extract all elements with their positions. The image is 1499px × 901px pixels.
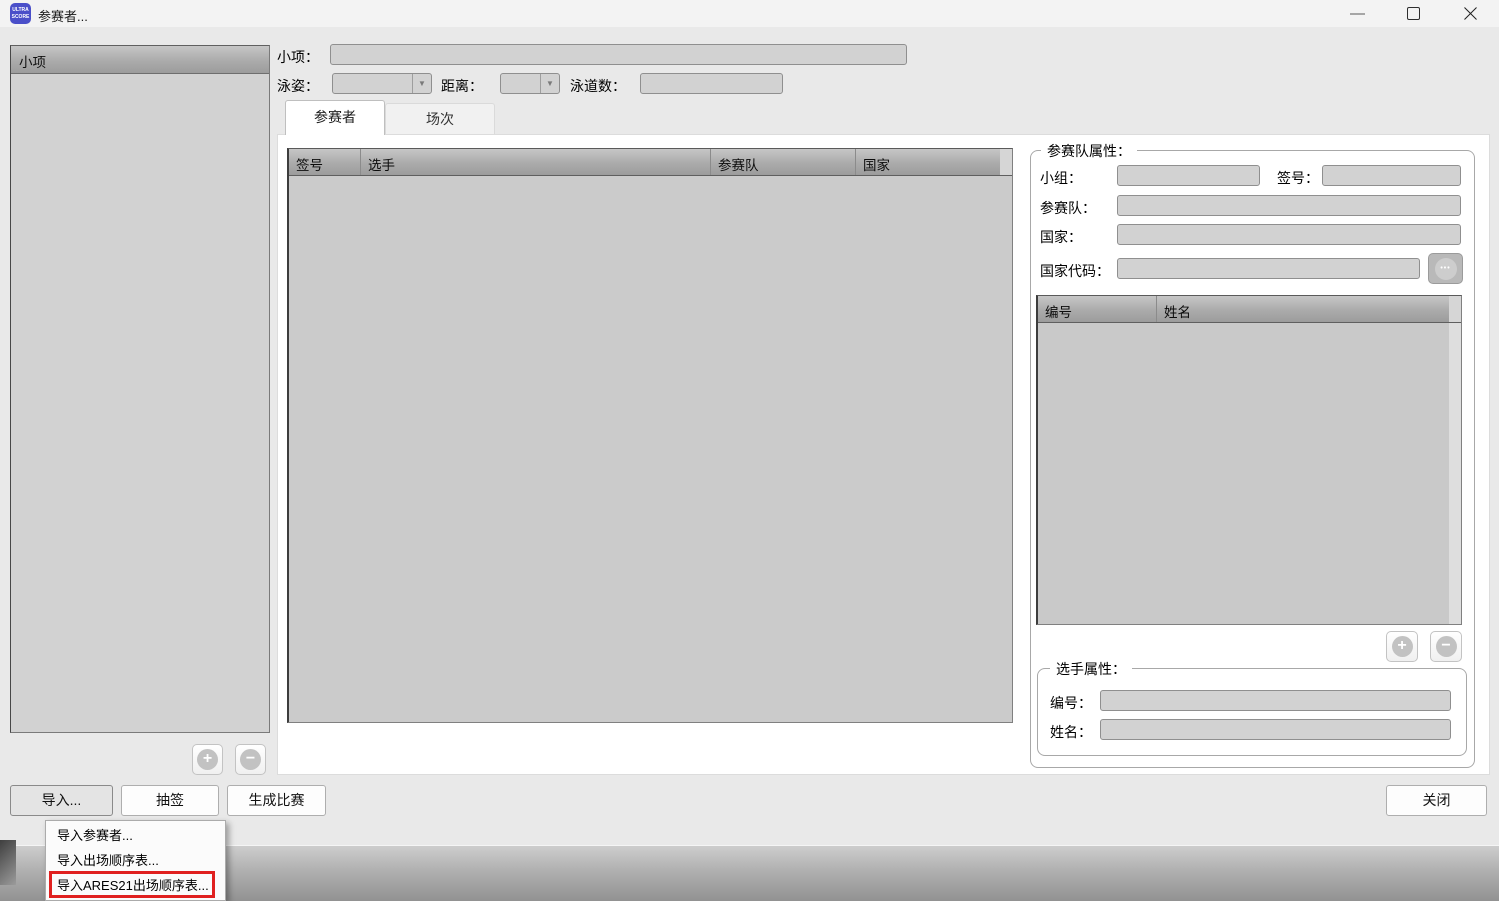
member-remove-button[interactable]: − [1430,631,1462,662]
col-swimmer: 选手 [361,149,711,175]
athlete-number-label: 编号： [1050,693,1092,713]
ultra-score-logo-icon: ULTRA SCORE [10,3,31,24]
col-country: 国家 [856,149,1000,175]
participants-table[interactable]: 签号 选手 参赛队 国家 [287,148,1013,723]
add-icon: + [1392,636,1413,657]
col-sign-number: 签号 [289,149,361,175]
menu-item-import-ares21-start-order[interactable]: 导入ARES21出场顺序表... [46,873,225,898]
minimize-button[interactable] [1337,0,1377,27]
team-members-table[interactable]: 编号 姓名 [1036,295,1462,625]
scrollbar-track[interactable] [1449,323,1461,624]
maximize-button[interactable] [1393,0,1433,27]
remove-icon: − [1436,636,1457,657]
minimize-icon [1350,13,1365,15]
country-input[interactable] [1117,224,1461,245]
group-label: 小组： [1040,168,1082,188]
tab-heats[interactable]: 场次 [385,103,495,135]
team-properties-legend: 参赛队属性： [1041,141,1137,161]
country-code-browse-button[interactable]: ••• [1428,253,1463,284]
close-button[interactable] [1450,0,1490,27]
maximize-icon [1407,7,1420,20]
athlete-properties-legend: 选手属性： [1050,659,1132,679]
chevron-down-icon: ▼ [546,79,554,88]
distance-label: 距离： [441,76,483,96]
member-add-button[interactable]: + [1386,631,1418,662]
team-label: 参赛队： [1040,198,1096,218]
close-icon [1463,6,1478,21]
lanes-label: 泳道数： [570,76,626,96]
window-title: 参赛者... [38,6,88,25]
group-input[interactable] [1117,165,1260,186]
background-window-fragment [0,840,16,885]
team-members-table-header: 编号 姓名 [1038,296,1461,323]
athlete-name-input[interactable] [1100,719,1451,740]
athlete-number-input[interactable] [1100,690,1451,711]
menu-item-import-participants[interactable]: 导入参赛者... [46,823,225,848]
col-name: 姓名 [1157,296,1449,322]
event-list-header: 小项 [11,46,269,74]
import-button[interactable]: 导入... [10,785,113,816]
generate-competition-button[interactable]: 生成比赛 [227,785,326,816]
participants-dialog: ULTRA SCORE 参赛者... 小项 + − 小项： 泳姿： ▼ 距离： … [0,0,1499,901]
chevron-down-icon: ▼ [418,79,426,88]
header-filler [1000,149,1012,175]
tab-participants[interactable]: 参赛者 [285,100,385,135]
event-input[interactable] [330,44,907,65]
event-remove-button[interactable]: − [235,744,266,775]
menu-item-import-start-order[interactable]: 导入出场顺序表... [46,848,225,873]
lanes-input[interactable] [640,73,783,94]
col-number: 编号 [1038,296,1157,322]
remove-icon: − [240,749,261,770]
distance-select[interactable]: ▼ [500,73,560,94]
stroke-select[interactable]: ▼ [332,73,432,94]
team-input[interactable] [1117,195,1461,216]
close-dialog-button[interactable]: 关闭 [1386,785,1487,816]
country-code-input[interactable] [1117,258,1420,279]
ellipsis-icon: ••• [1435,258,1457,280]
sign-label: 签号： [1277,168,1319,188]
header-filler [1449,296,1461,322]
event-add-button[interactable]: + [192,744,223,775]
athlete-properties-groupbox: 选手属性： [1037,668,1467,756]
event-list[interactable]: 小项 [10,45,270,733]
stroke-label: 泳姿： [277,76,319,96]
participants-table-header: 签号 选手 参赛队 国家 [289,149,1012,176]
import-menu: 导入参赛者... 导入出场顺序表... 导入ARES21出场顺序表... [45,820,226,901]
col-team: 参赛队 [711,149,856,175]
add-icon: + [197,749,218,770]
event-label: 小项： [277,47,319,67]
logo-text-bottom: SCORE [12,14,30,21]
draw-lots-button[interactable]: 抽签 [121,785,219,816]
athlete-name-label: 姓名： [1050,722,1092,742]
country-code-label: 国家代码： [1040,261,1110,281]
country-label: 国家： [1040,227,1082,247]
sign-input[interactable] [1322,165,1461,186]
title-bar: ULTRA SCORE 参赛者... [0,0,1499,27]
